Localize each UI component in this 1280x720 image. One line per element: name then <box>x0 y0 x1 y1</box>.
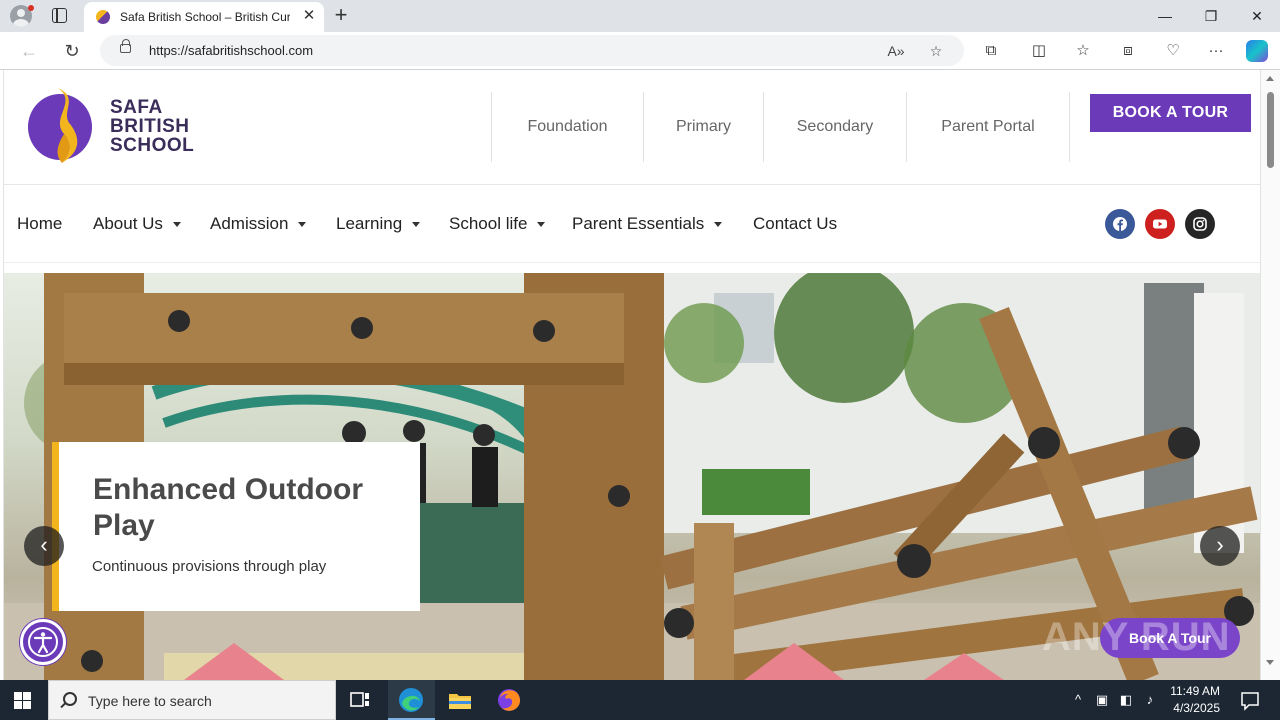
logo-line: BRITISH <box>110 116 190 137</box>
network-icon[interactable]: ◧ <box>1118 692 1134 708</box>
edge-browser-icon <box>399 688 423 712</box>
copilot-icon[interactable] <box>1246 40 1268 62</box>
book-a-tour-button[interactable]: BOOK A TOUR <box>1090 94 1251 132</box>
clock-time[interactable]: 11:49 AM <box>1164 684 1220 698</box>
site-favicon-icon <box>96 10 110 24</box>
chevron-down-icon <box>714 222 723 228</box>
logo-line: SCHOOL <box>110 135 195 156</box>
nav-home[interactable]: Home <box>17 210 62 240</box>
window-close-button[interactable]: ✕ <box>1234 0 1280 32</box>
edge-taskbar-item[interactable] <box>388 680 435 720</box>
slider-prev-arrow-icon[interactable]: ‹ <box>24 526 64 566</box>
scroll-down-icon[interactable] <box>1266 660 1274 665</box>
nav-label: Learning <box>336 214 403 233</box>
taskbar-search-box[interactable]: Type here to search <box>48 680 336 720</box>
nav-contact-us[interactable]: Contact Us <box>753 210 837 240</box>
facebook-icon[interactable] <box>1105 209 1135 239</box>
security-icon[interactable]: ▣ <box>1094 692 1110 708</box>
firefox-icon[interactable] <box>495 686 523 714</box>
window-restore-button[interactable]: ❐ <box>1188 0 1234 32</box>
windows-taskbar: Type here to search ^ ▣ ◧ ♪ 11:49 AM 4/3… <box>0 680 1280 720</box>
school-logo-icon[interactable] <box>28 84 96 164</box>
new-tab-button[interactable]: + <box>330 4 352 26</box>
tab-actions-icon[interactable] <box>52 8 67 23</box>
scroll-up-icon[interactable] <box>1266 76 1274 81</box>
accessibility-icon <box>28 627 58 657</box>
chevron-down-icon <box>172 222 181 228</box>
tab-title: Safa British School – British Curri <box>120 10 290 24</box>
clock-date[interactable]: 4/3/2025 <box>1164 701 1220 715</box>
search-icon <box>63 692 77 706</box>
read-aloud-icon[interactable]: A» <box>886 41 906 61</box>
task-view-icon[interactable] <box>346 686 374 714</box>
hero-subtitle: Continuous provisions through play <box>92 558 327 575</box>
volume-icon[interactable]: ♪ <box>1142 692 1158 708</box>
taskbar-search-placeholder: Type here to search <box>88 693 212 709</box>
nav-label: Admission <box>210 214 289 233</box>
nav-school-life[interactable]: School life <box>449 210 546 240</box>
collections-icon[interactable]: ⧈ <box>1117 40 1139 62</box>
top-link-primary[interactable]: Primary <box>643 92 763 162</box>
nav-divider <box>4 262 1260 263</box>
chevron-down-icon <box>537 222 546 228</box>
windows-start-icon[interactable] <box>14 692 31 709</box>
top-link-foundation[interactable]: Foundation <box>491 92 643 162</box>
hero-title: Enhanced Outdoor Play <box>93 473 363 542</box>
split-screen-icon[interactable]: ◫ <box>1028 40 1050 62</box>
anyrun-watermark: ANY RUN <box>1042 615 1231 659</box>
notifications-icon[interactable] <box>1236 686 1264 714</box>
header-divider <box>4 184 1260 185</box>
tab-close-icon[interactable]: ✕ <box>300 7 318 25</box>
nav-admission[interactable]: Admission <box>210 210 307 240</box>
scrollbar-thumb[interactable] <box>1267 92 1274 168</box>
nav-label: Parent Essentials <box>572 214 705 233</box>
logo-line: SAFA <box>110 97 163 118</box>
instagram-icon[interactable] <box>1185 209 1215 239</box>
school-name-logo[interactable]: SAFA BRITISH SCHOOL <box>110 98 194 155</box>
accessibility-button[interactable] <box>20 619 66 665</box>
favorites-icon[interactable]: ☆ <box>1072 40 1094 62</box>
nav-label: Home <box>17 214 63 233</box>
nav-learning[interactable]: Learning <box>336 210 421 240</box>
chevron-down-icon <box>412 222 421 228</box>
more-menu-icon[interactable]: ··· <box>1205 40 1227 62</box>
window-minimize-button[interactable]: — <box>1142 0 1188 32</box>
nav-label: About Us <box>93 214 163 233</box>
favorite-star-icon[interactable]: ☆ <box>926 41 946 61</box>
page-viewport: SAFA BRITISH SCHOOL Foundation Primary S… <box>0 70 1280 680</box>
slider-next-arrow-icon[interactable]: › <box>1200 526 1240 566</box>
page-scrollbar[interactable] <box>1261 70 1280 680</box>
chevron-down-icon <box>298 222 307 228</box>
browser-tab-active[interactable]: Safa British School – British Curri ✕ <box>84 2 324 32</box>
hero-caption-card: Enhanced Outdoor Play Continuous provisi… <box>52 442 420 611</box>
extensions-icon[interactable]: ⧉ <box>980 40 1002 62</box>
show-hidden-icons-icon[interactable]: ^ <box>1070 692 1086 708</box>
nav-parent-essentials[interactable]: Parent Essentials <box>572 210 723 240</box>
nav-label: Contact Us <box>753 214 838 233</box>
top-link-secondary[interactable]: Secondary <box>763 92 906 162</box>
notification-dot <box>28 5 34 11</box>
youtube-icon[interactable] <box>1145 209 1175 239</box>
top-link-parent-portal[interactable]: Parent Portal <box>906 92 1070 162</box>
hero-slider[interactable]: Enhanced Outdoor Play Continuous provisi… <box>4 273 1260 680</box>
browser-essentials-icon[interactable]: ♡ <box>1162 40 1184 62</box>
file-explorer-icon[interactable] <box>446 686 474 714</box>
reload-icon[interactable]: ↻ <box>61 40 83 62</box>
url-bar[interactable]: https://safabritishschool.com A» ☆ <box>100 35 964 66</box>
url-text[interactable]: https://safabritishschool.com <box>149 43 313 58</box>
nav-about-us[interactable]: About Us <box>93 210 181 240</box>
nav-label: School life <box>449 214 528 233</box>
lock-icon[interactable] <box>120 39 131 53</box>
back-arrow-icon[interactable]: ← <box>18 40 40 62</box>
browser-tab-bar: Safa British School – British Curri ✕ + … <box>0 0 1280 32</box>
